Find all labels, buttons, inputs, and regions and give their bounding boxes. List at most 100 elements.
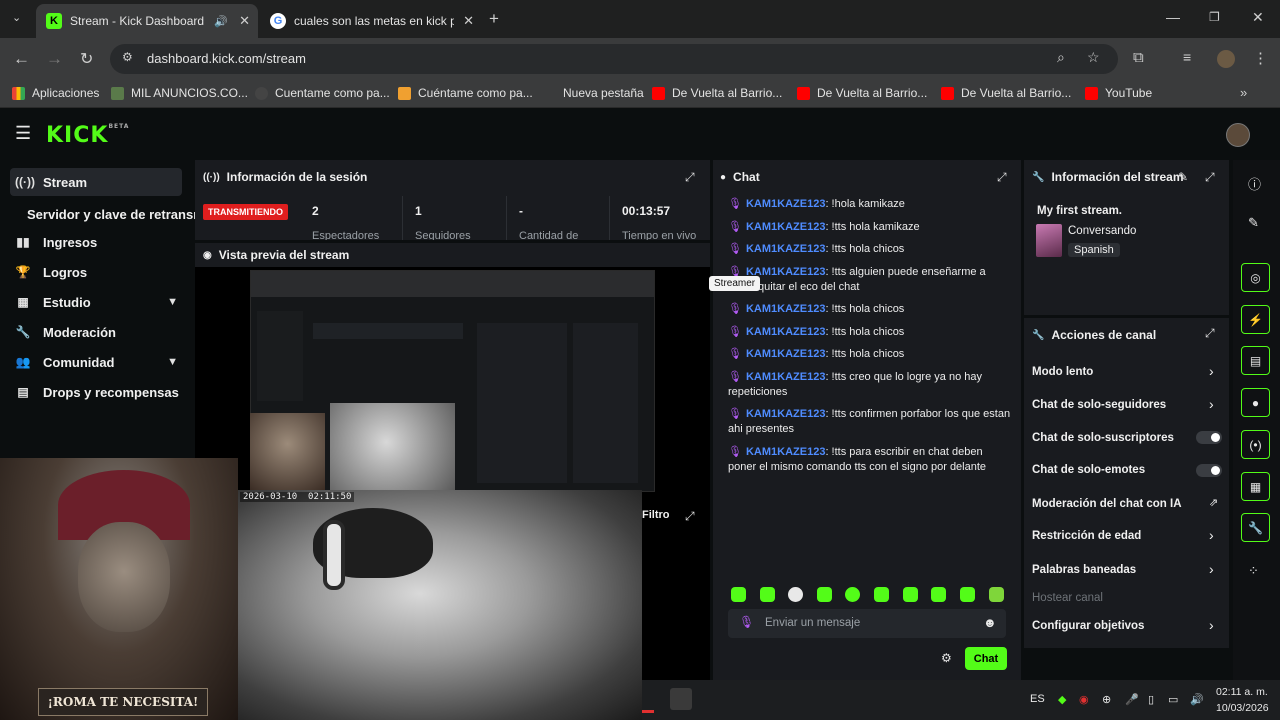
expand-icon[interactable]: ⤢ xyxy=(685,170,695,185)
network-icon[interactable]: ▭ xyxy=(1168,693,1178,706)
action-configurar-objetivos[interactable]: Configurar objetivos xyxy=(1032,620,1144,632)
extensions-icon[interactable]: ⧉ xyxy=(1133,49,1144,66)
rail-chat-button[interactable]: ● xyxy=(1241,388,1270,417)
chevron-right-icon[interactable]: › xyxy=(1209,396,1214,412)
bookmark-cuentame-1[interactable]: Cuentame como pa... xyxy=(255,86,390,100)
bookmark-youtube[interactable]: YouTube xyxy=(1085,86,1152,100)
emote-icon[interactable] xyxy=(989,587,1004,602)
action-moderacion-ia[interactable]: Moderación del chat con IA xyxy=(1032,498,1182,510)
rail-broadcast-button[interactable]: (•) xyxy=(1241,430,1270,459)
keyboard-language[interactable]: ES xyxy=(1030,693,1045,705)
rail-camera-button[interactable]: ◎ xyxy=(1241,263,1270,292)
emote-icon[interactable] xyxy=(731,587,746,602)
sidebar-item-stream[interactable]: ((·)) Stream xyxy=(10,168,182,196)
close-tab-icon[interactable]: ✕ xyxy=(463,13,474,29)
sidebar-item-estudio[interactable]: ▦ Estudio ▼ xyxy=(10,288,182,316)
rail-layout-button[interactable]: ▦ xyxy=(1241,472,1270,501)
sidebar-item-logros[interactable]: 🏆 Logros xyxy=(10,258,182,286)
expand-icon[interactable]: ⤢ xyxy=(997,170,1007,185)
close-tab-icon[interactable]: ✕ xyxy=(239,13,250,29)
tab-google-search[interactable]: G cuales son las metas en kick pa ✕ xyxy=(260,4,482,38)
kick-logo[interactable]: KICKBETA xyxy=(46,123,129,148)
bookmark-cuentame-2[interactable]: Cuéntame como pa... xyxy=(398,86,533,100)
rail-lightning-button[interactable]: ⚡ xyxy=(1241,305,1270,334)
toggle-solo-emotes[interactable] xyxy=(1196,464,1222,477)
sidebar-item-comunidad[interactable]: 👥 Comunidad ▼ xyxy=(10,348,182,376)
mic-icon: 🎙 xyxy=(728,446,742,458)
site-info-icon[interactable]: ⚙ xyxy=(122,50,133,64)
volume-icon[interactable]: 🔊 xyxy=(1190,693,1204,706)
action-solo-seguidores[interactable]: Chat de solo-seguidores xyxy=(1032,399,1166,411)
hamburger-menu-icon[interactable]: ☰ xyxy=(15,123,31,144)
toggle-solo-suscriptores[interactable] xyxy=(1196,431,1222,444)
taskbar-app-icon[interactable] xyxy=(670,688,692,710)
info-icon[interactable]: ⓘ xyxy=(1248,174,1261,193)
bookmark-new-tab[interactable]: Nueva pestaña xyxy=(563,86,644,100)
expand-icon[interactable]: ⤢ xyxy=(1205,326,1215,341)
maximize-icon[interactable]: ❐ xyxy=(1209,10,1220,24)
chat-settings-icon[interactable]: ⚙ xyxy=(941,651,952,665)
expand-icon[interactable]: ⤢ xyxy=(685,509,695,524)
mic-icon[interactable]: 🎙 xyxy=(739,615,754,629)
chat-input[interactable]: 🎙 Enviar un mensaje ☻ xyxy=(728,609,1006,638)
emote-icon[interactable] xyxy=(931,587,946,602)
clock-date[interactable]: 10/03/2026 xyxy=(1216,702,1269,714)
sidebar-item-moderacion[interactable]: 🔧 Moderación xyxy=(10,318,182,346)
back-icon[interactable]: ← xyxy=(13,49,30,69)
bookmark-de-vuelta-2[interactable]: De Vuelta al Barrio... xyxy=(797,86,927,100)
emote-icon[interactable] xyxy=(903,587,918,602)
tray-app-icon[interactable]: ◆ xyxy=(1058,693,1066,706)
browser-menu-icon[interactable]: ⋮ xyxy=(1253,49,1268,67)
emote-icon[interactable] xyxy=(817,587,832,602)
emote-icon[interactable] xyxy=(874,587,889,602)
youtube-icon xyxy=(797,86,810,100)
bookmark-de-vuelta-3[interactable]: De Vuelta al Barrio... xyxy=(941,86,1071,100)
usb-icon[interactable]: ▯ xyxy=(1148,693,1154,706)
emote-icon[interactable] xyxy=(960,587,975,602)
reload-icon[interactable]: ↻ xyxy=(80,49,93,69)
chevron-right-icon[interactable]: › xyxy=(1209,561,1214,577)
tray-app-icon[interactable]: ◉ xyxy=(1079,693,1089,706)
bookmark-star-icon[interactable]: ☆ xyxy=(1087,49,1100,66)
more-bookmarks-icon[interactable]: » xyxy=(1240,85,1247,100)
chevron-right-icon[interactable]: › xyxy=(1209,363,1214,379)
send-chat-button[interactable]: Chat xyxy=(965,647,1007,670)
edit-icon[interactable]: ✎ xyxy=(1248,215,1259,231)
clock-time[interactable]: 02:11 a. m. xyxy=(1216,686,1268,698)
action-palabras-baneadas[interactable]: Palabras baneadas xyxy=(1032,564,1136,576)
emote-icon[interactable] xyxy=(845,587,860,602)
forward-icon[interactable]: → xyxy=(46,49,63,69)
external-link-icon[interactable]: ⇗ xyxy=(1209,496,1218,509)
minimize-icon[interactable]: — xyxy=(1166,9,1180,25)
url-input[interactable]: ⚙ dashboard.kick.com/stream ⌕ ☆ xyxy=(110,44,1118,74)
microphone-icon[interactable]: 🎤 xyxy=(1125,693,1139,706)
zoom-search-icon[interactable]: ⌕ xyxy=(1057,49,1065,66)
tray-app-icon[interactable]: ⊕ xyxy=(1102,693,1111,706)
sidebar-item-server-key[interactable]: Servidor y clave de retransm xyxy=(27,200,197,228)
apps-icon[interactable]: ⁘ xyxy=(1248,563,1259,579)
emoji-picker-icon[interactable]: ☻ xyxy=(983,615,997,630)
sidebar-item-drops[interactable]: ▤ Drops y recompensas xyxy=(10,378,182,406)
chevron-right-icon[interactable]: › xyxy=(1209,527,1214,543)
rail-wrench-button[interactable]: 🔧 xyxy=(1241,513,1270,542)
sidebar-item-ingresos[interactable]: ▮▮ Ingresos xyxy=(10,228,182,256)
tab-search-icon[interactable]: ⌄ xyxy=(12,11,21,24)
action-restriccion-edad[interactable]: Restricción de edad xyxy=(1032,530,1141,542)
bookmark-apps[interactable]: Aplicaciones xyxy=(12,86,99,100)
tab-kick-dashboard[interactable]: K Stream - Kick Dashboard 🔊 ✕ xyxy=(36,4,258,38)
bookmark-de-vuelta-1[interactable]: De Vuelta al Barrio... xyxy=(652,86,782,100)
emote-icon[interactable] xyxy=(760,587,775,602)
media-control-icon[interactable]: ≡ xyxy=(1183,49,1191,65)
expand-icon[interactable]: ⤢ xyxy=(1205,170,1215,185)
chevron-right-icon[interactable]: › xyxy=(1209,617,1214,633)
speaker-icon[interactable]: 🔊 xyxy=(214,15,228,28)
user-avatar[interactable] xyxy=(1226,123,1250,147)
rail-notes-button[interactable]: ▤ xyxy=(1241,346,1270,375)
edit-pencil-icon[interactable]: ✎ xyxy=(1178,170,1188,184)
action-modo-lento[interactable]: Modo lento xyxy=(1032,366,1093,378)
bookmark-milanuncios[interactable]: MIL ANUNCIOS.CO... xyxy=(111,86,248,100)
new-tab-icon[interactable]: + xyxy=(489,9,499,29)
close-window-icon[interactable]: ✕ xyxy=(1252,9,1264,26)
emote-icon[interactable] xyxy=(788,587,803,602)
profile-avatar[interactable] xyxy=(1217,50,1235,68)
